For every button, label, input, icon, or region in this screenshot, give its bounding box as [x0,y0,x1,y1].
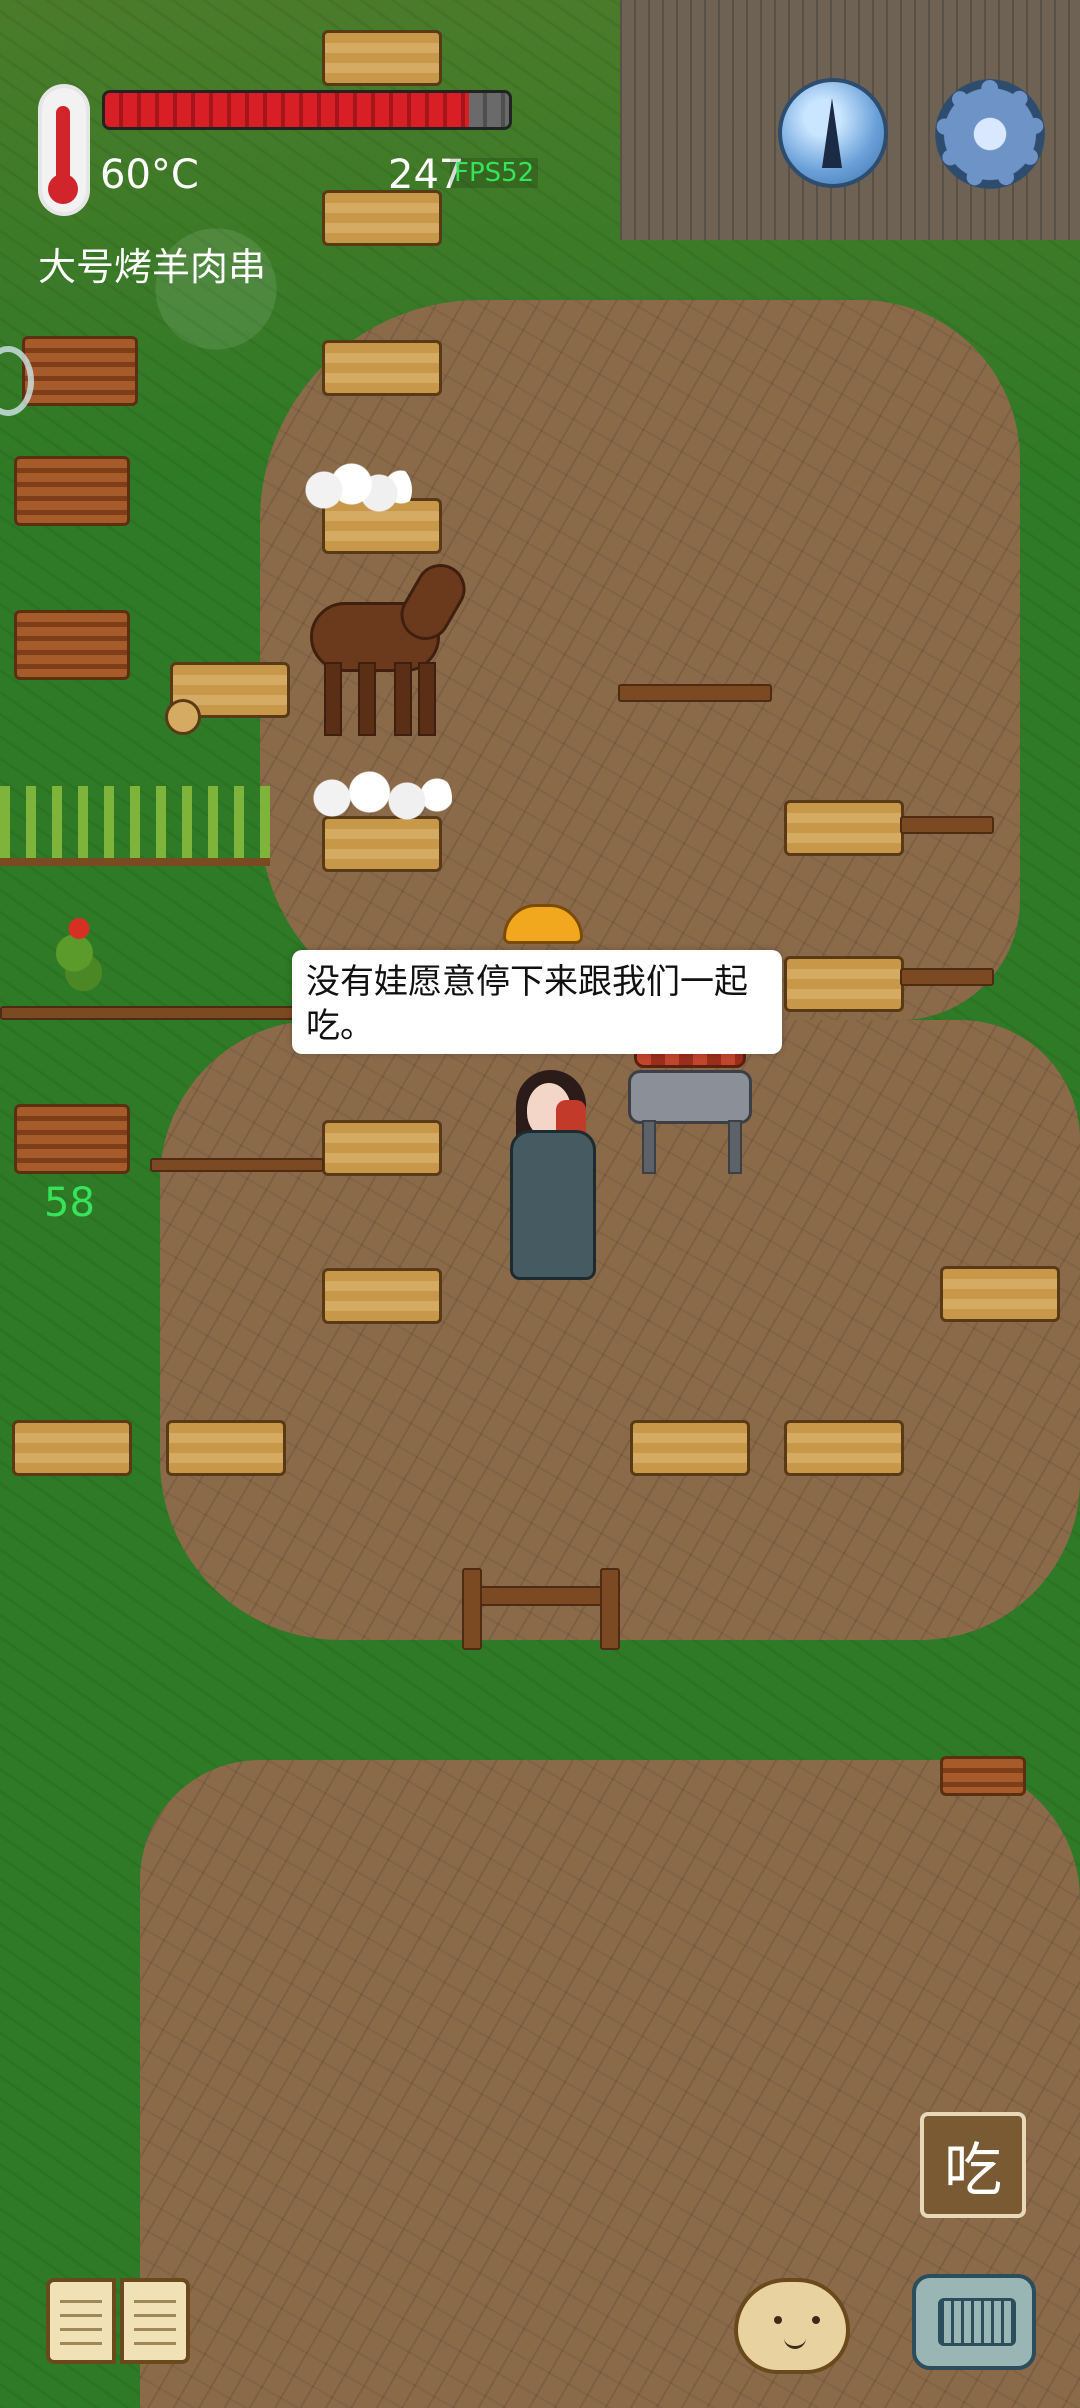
firewood-pile[interactable] [22,336,138,406]
firewood-pile[interactable] [14,1104,130,1174]
face-icon[interactable] [734,2278,850,2374]
speech-text: 没有娃愿意停下来跟我们一起吃。 [306,962,748,1046]
pepper-plant [56,904,102,1002]
health-bar-fill [105,93,469,127]
fence-post [462,1568,482,1650]
player-character[interactable] [500,1070,600,1280]
fence-rail [150,1158,324,1172]
horse[interactable] [290,552,475,736]
game-world[interactable] [0,0,1080,2408]
keyboard-icon[interactable] [912,2274,1036,2370]
fence-rail [464,1586,618,1606]
wool-pile[interactable] [302,768,452,828]
firewood-pile[interactable] [14,610,130,680]
health-bar [102,90,512,130]
wooden-crate[interactable] [12,1420,132,1476]
wooden-crate[interactable] [166,1420,286,1476]
fence-rail [618,684,772,702]
gear-icon[interactable] [928,72,1052,196]
health-bar-empty [468,93,509,127]
wooden-crate[interactable] [322,1120,442,1176]
fence-rail [900,968,994,986]
thermometer-icon [38,84,90,216]
wooden-crate[interactable] [784,800,904,856]
held-item-label: 大号烤羊肉串 [38,245,267,289]
firewood-pile[interactable] [940,1756,1026,1796]
firewood-pile[interactable] [14,456,130,526]
fps-counter: FPS52 [450,158,539,188]
wooden-crate[interactable] [322,190,442,246]
wooden-crate[interactable] [940,1266,1060,1322]
wooden-crate[interactable] [322,340,442,396]
eat-button-label: 吃 [943,2136,1002,2204]
wooden-crate[interactable] [322,1268,442,1324]
compass-icon[interactable] [778,78,888,188]
eat-button[interactable]: 吃 [920,2112,1026,2218]
book-icon[interactable] [46,2270,192,2368]
horse-cart[interactable] [165,662,290,735]
fence-rail [0,1006,304,1020]
fence-rail [900,816,994,834]
wooden-crate[interactable] [784,956,904,1012]
wooden-crate[interactable] [784,1420,904,1476]
speech-bubble: 没有娃愿意停下来跟我们一起吃。 [292,950,782,1054]
wooden-crate[interactable] [322,30,442,86]
wool-pile[interactable] [302,460,412,520]
temperature-readout: 60°C [100,152,199,198]
fence-post [600,1568,620,1650]
left-counter: 58 [44,1180,95,1226]
crop-row [0,786,270,866]
wooden-crate[interactable] [630,1420,750,1476]
